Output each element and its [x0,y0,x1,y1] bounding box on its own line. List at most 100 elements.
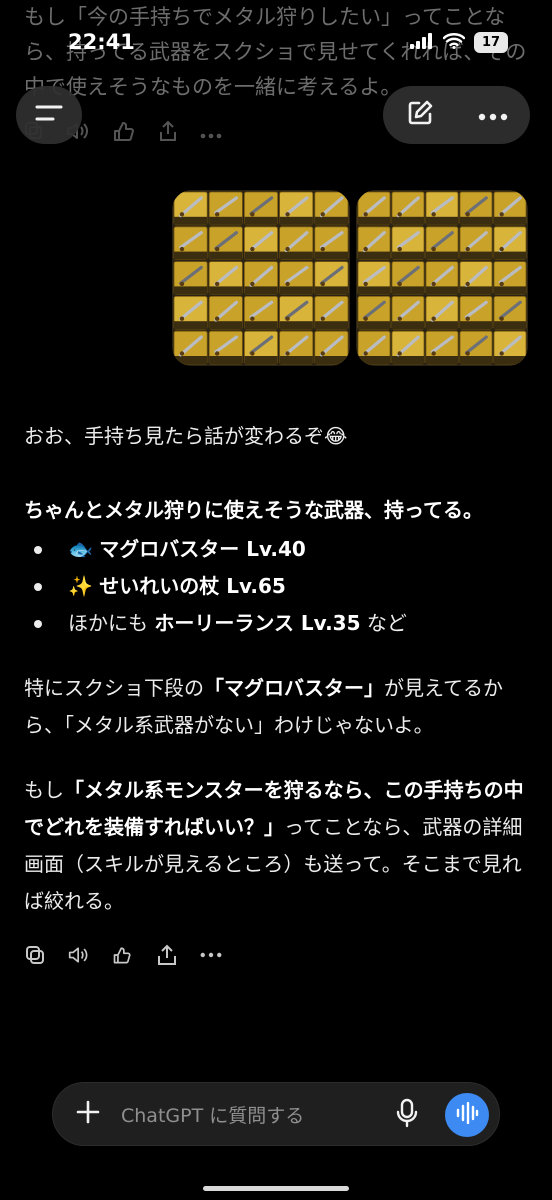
inventory-card [493,226,527,260]
inventory-card [493,191,527,226]
inventory-card [391,226,425,260]
inventory-card [425,296,459,330]
speaker-icon[interactable] [68,944,90,966]
inventory-card [208,226,243,260]
inventory-card [208,330,243,365]
inventory-card [357,261,391,295]
inventory-card [357,191,391,226]
sparkles-emoji: ✨ [68,574,93,598]
inventory-card [314,191,349,226]
battery-indicator: 17 [474,32,508,53]
assistant-message: おお、手持ち見たら話が変わるぞ😂 ちゃんとメタル狩りに使えそうな武器、持ってる。… [24,418,530,920]
inventory-card [244,261,279,295]
options-button[interactable] [468,90,518,140]
status-time: 22:41 [68,30,135,54]
inventory-card [459,330,493,365]
text-span: 特にスクショ下段の [24,676,204,700]
share-icon[interactable] [156,944,178,966]
thumbs-icon[interactable] [112,120,136,146]
list-suffix: など [360,611,407,635]
voice-mode-button[interactable] [445,1093,489,1137]
share-icon[interactable] [158,120,178,146]
attached-image-1[interactable] [172,190,350,366]
microphone-icon [396,1098,418,1132]
inventory-card [391,330,425,365]
inventory-card [279,296,314,330]
inventory-card [173,261,208,295]
inventory-grid-1 [172,190,350,366]
status-indicators: 17 [410,32,508,53]
inventory-card [391,296,425,330]
inventory-card [314,296,349,330]
text-span: もし [24,778,64,802]
inventory-card [279,261,314,295]
thumbs-icon[interactable] [112,944,134,966]
fish-emoji: 🐟 [68,537,93,561]
message-line-1: おお、手持ち見たら話が変わるぞ😂 [24,424,348,448]
wifi-icon [442,32,466,53]
list-item: 🐟 マグロバスター Lv.40 [24,531,530,568]
weapon-name: せいれいの杖 Lv.65 [99,574,286,598]
message-input[interactable] [119,1095,373,1137]
more-icon[interactable] [200,124,222,143]
waveform-icon [455,1101,479,1128]
inventory-card [493,296,527,330]
inventory-card [314,226,349,260]
inventory-card [493,261,527,295]
message-paragraph-4: もし「メタル系モンスターを狩るなら、この手持ちの中でどれを装備すればいい？」って… [24,772,530,920]
dictate-button[interactable] [389,1097,425,1133]
message-paragraph-3: 特にスクショ下段の「マグロバスター」が見えてるから、「メタル系武器がない」わけじ… [24,670,530,744]
menu-button[interactable] [16,86,82,144]
message-actions [24,938,222,972]
inventory-card [279,191,314,226]
inventory-card [279,226,314,260]
plus-icon [75,1099,101,1129]
list-item: ✨ せいれいの杖 Lv.65 [24,568,530,605]
signal-icon [410,32,434,53]
inventory-card [173,296,208,330]
inventory-card [425,330,459,365]
header-actions [383,86,530,144]
inventory-card [244,226,279,260]
inventory-card [279,330,314,365]
inventory-card [173,191,208,226]
copy-icon[interactable] [24,944,46,966]
inventory-card [208,191,243,226]
inventory-card [425,191,459,226]
inventory-card [314,330,349,365]
add-button[interactable] [71,1097,105,1131]
inventory-card [425,261,459,295]
inventory-card [173,226,208,260]
inventory-card [459,261,493,295]
inventory-card [459,226,493,260]
inventory-card [244,330,279,365]
home-indicator [203,1186,349,1191]
inventory-card [391,191,425,226]
inventory-card [357,296,391,330]
list-prefix: ほかにも [68,611,155,635]
inventory-card [357,330,391,365]
inventory-card [459,296,493,330]
more-icon [478,106,508,125]
menu-icon [34,103,64,127]
inventory-card [391,261,425,295]
edit-icon [406,99,434,131]
text-bold: 「マグロバスター」 [204,676,384,700]
attached-image-2[interactable] [356,190,528,366]
inventory-card [208,296,243,330]
inventory-card [244,191,279,226]
inventory-card [357,226,391,260]
inventory-card [244,296,279,330]
inventory-card [425,226,459,260]
new-chat-button[interactable] [395,90,445,140]
weapon-name: マグロバスター Lv.40 [99,537,306,561]
inventory-card [314,261,349,295]
inventory-card [493,330,527,365]
inventory-card [173,330,208,365]
more-icon[interactable] [200,944,222,966]
inventory-card [459,191,493,226]
composer [52,1082,500,1146]
weapon-name: ホーリーランス Lv.35 [154,611,361,635]
message-line-2: ちゃんとメタル狩りに使えそうな武器、持ってる。 [24,498,483,522]
list-item: ほかにも ホーリーランス Lv.35 など [24,605,530,642]
